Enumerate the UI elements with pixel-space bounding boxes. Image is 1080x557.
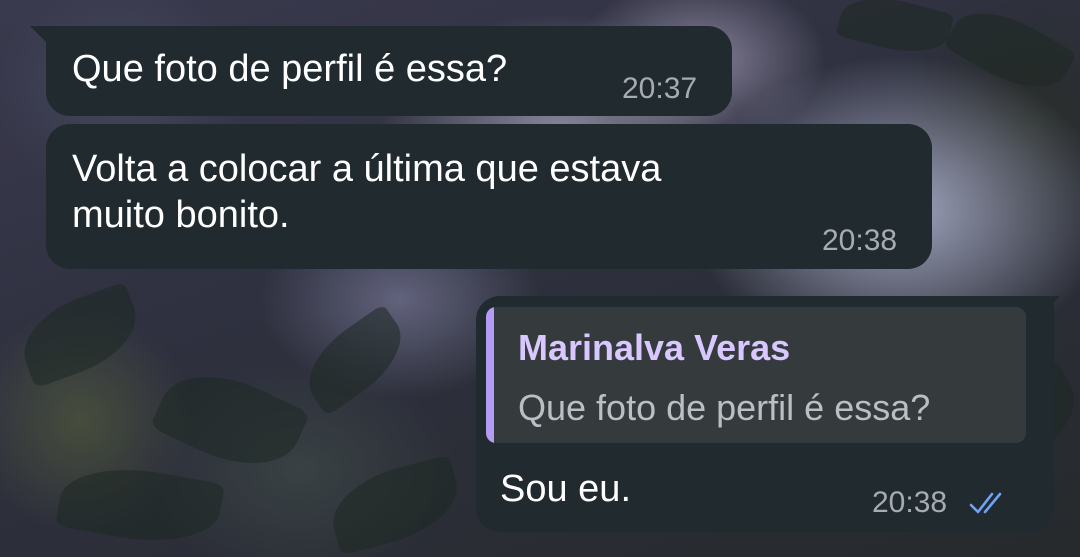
- double-check-read-icon: [969, 492, 1002, 514]
- message-time: 20:37: [622, 72, 698, 105]
- wallpaper-leaf: [292, 303, 418, 417]
- wallpaper-leaf: [55, 456, 225, 554]
- reply-quote[interactable]: Marinalva Veras Que foto de perfil é ess…: [486, 307, 1026, 443]
- message-text: Volta a colocar a última que estava muit…: [72, 148, 662, 236]
- wallpaper-leaf: [835, 0, 955, 64]
- reply-quote-text: Que foto de perfil é essa?: [518, 387, 931, 428]
- wallpaper-leaf: [11, 281, 149, 389]
- message-text: Que foto de perfil é essa?: [72, 48, 508, 90]
- message-bubble-incoming[interactable]: Volta a colocar a última que estava muit…: [46, 124, 932, 269]
- wallpaper-leaf: [149, 354, 311, 486]
- reply-quote-accent-bar: [486, 307, 494, 443]
- reply-quote-author: Marinalva Veras: [518, 327, 791, 368]
- message-bubble-incoming[interactable]: Que foto de perfil é essa? 20:37: [46, 26, 732, 116]
- wallpaper-leaf: [943, 0, 1077, 106]
- message-time: 20:38: [822, 224, 898, 257]
- message-text: Sou eu.: [500, 468, 631, 510]
- message-time: 20:38: [872, 486, 948, 519]
- wallpaper-leaf: [323, 454, 467, 556]
